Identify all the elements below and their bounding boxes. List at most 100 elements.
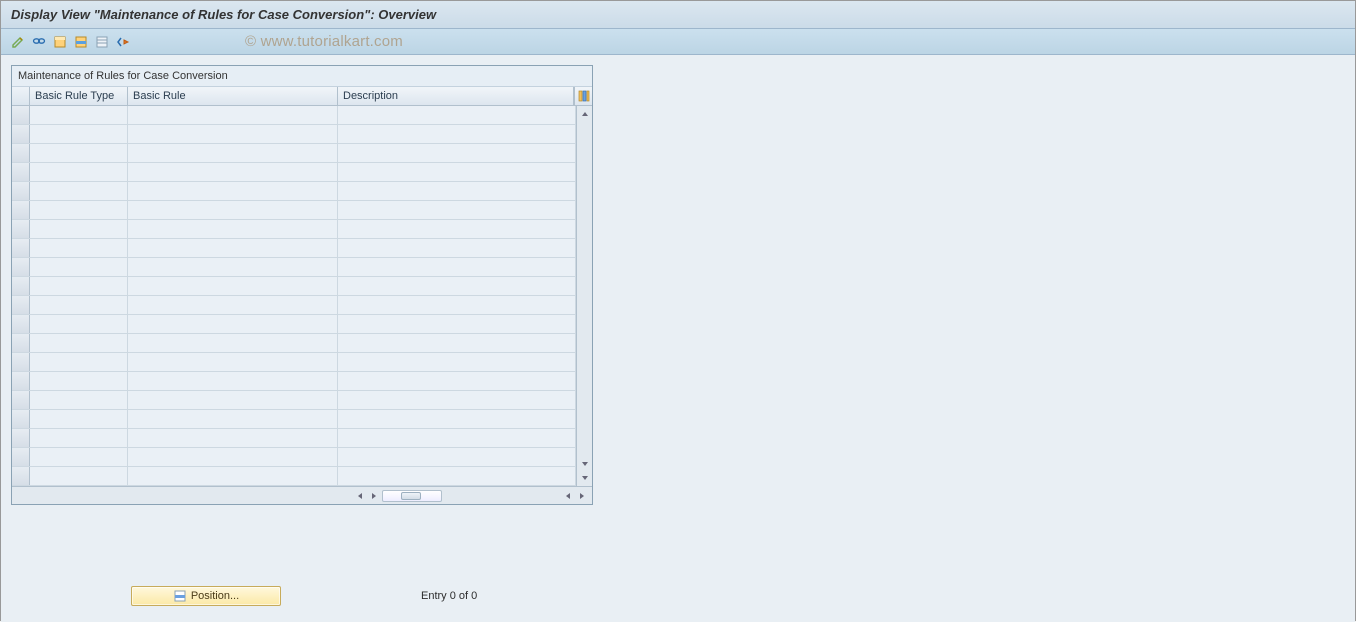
row-selector[interactable] [12, 429, 30, 447]
cell-description[interactable] [338, 467, 576, 485]
configure-columns-button[interactable] [574, 87, 592, 105]
row-selector[interactable] [12, 391, 30, 409]
cell-type[interactable] [30, 144, 128, 162]
cell-type[interactable] [30, 315, 128, 333]
cell-type[interactable] [30, 106, 128, 124]
table-row[interactable] [12, 125, 576, 144]
cell-type[interactable] [30, 258, 128, 276]
cell-rule[interactable] [128, 429, 338, 447]
cell-rule[interactable] [128, 239, 338, 257]
cell-rule[interactable] [128, 315, 338, 333]
cell-type[interactable] [30, 163, 128, 181]
row-selector[interactable] [12, 182, 30, 200]
cell-description[interactable] [338, 277, 576, 295]
cell-rule[interactable] [128, 201, 338, 219]
cell-description[interactable] [338, 372, 576, 390]
table-row[interactable] [12, 277, 576, 296]
row-selector[interactable] [12, 448, 30, 466]
cell-description[interactable] [338, 182, 576, 200]
cell-rule[interactable] [128, 258, 338, 276]
table-row[interactable] [12, 429, 576, 448]
table-row[interactable] [12, 296, 576, 315]
row-selector[interactable] [12, 144, 30, 162]
table-row[interactable] [12, 467, 576, 486]
table-row[interactable] [12, 163, 576, 182]
table-row[interactable] [12, 239, 576, 258]
cell-rule[interactable] [128, 391, 338, 409]
cell-description[interactable] [338, 315, 576, 333]
cell-rule[interactable] [128, 467, 338, 485]
cell-rule[interactable] [128, 277, 338, 295]
cell-rule[interactable] [128, 448, 338, 466]
cell-type[interactable] [30, 429, 128, 447]
cell-description[interactable] [338, 296, 576, 314]
table-row[interactable] [12, 410, 576, 429]
scroll-up-icon[interactable] [579, 108, 591, 120]
row-selector[interactable] [12, 220, 30, 238]
table-row[interactable] [12, 391, 576, 410]
row-selector[interactable] [12, 201, 30, 219]
table-row[interactable] [12, 220, 576, 239]
cell-description[interactable] [338, 258, 576, 276]
cell-description[interactable] [338, 106, 576, 124]
table-row[interactable] [12, 106, 576, 125]
cell-description[interactable] [338, 410, 576, 428]
scroll-right-icon[interactable] [576, 490, 588, 502]
cell-description[interactable] [338, 334, 576, 352]
cell-description[interactable] [338, 220, 576, 238]
row-selector[interactable] [12, 277, 30, 295]
row-selector-header[interactable] [12, 87, 30, 105]
position-button[interactable]: Position... [131, 586, 281, 606]
scroll-down-icon[interactable] [579, 472, 591, 484]
row-selector[interactable] [12, 163, 30, 181]
row-selector[interactable] [12, 239, 30, 257]
cell-rule[interactable] [128, 182, 338, 200]
cell-description[interactable] [338, 429, 576, 447]
table-row[interactable] [12, 448, 576, 467]
cell-rule[interactable] [128, 125, 338, 143]
cell-rule[interactable] [128, 410, 338, 428]
table-row[interactable] [12, 334, 576, 353]
cell-description[interactable] [338, 391, 576, 409]
select-block-button[interactable] [72, 33, 90, 51]
column-header-description[interactable]: Description [338, 87, 574, 105]
cell-type[interactable] [30, 410, 128, 428]
cell-type[interactable] [30, 277, 128, 295]
cell-description[interactable] [338, 163, 576, 181]
column-header-type[interactable]: Basic Rule Type [30, 87, 128, 105]
scroll-down-icon[interactable] [579, 458, 591, 470]
change-button[interactable] [9, 33, 27, 51]
row-selector[interactable] [12, 106, 30, 124]
cell-type[interactable] [30, 182, 128, 200]
horizontal-scrollbar[interactable] [12, 486, 592, 504]
table-row[interactable] [12, 315, 576, 334]
cell-rule[interactable] [128, 334, 338, 352]
deselect-all-button[interactable] [93, 33, 111, 51]
cell-type[interactable] [30, 201, 128, 219]
table-row[interactable] [12, 144, 576, 163]
row-selector[interactable] [12, 315, 30, 333]
row-selector[interactable] [12, 467, 30, 485]
cell-description[interactable] [338, 448, 576, 466]
cell-description[interactable] [338, 353, 576, 371]
cell-type[interactable] [30, 125, 128, 143]
cell-type[interactable] [30, 334, 128, 352]
details-button[interactable] [30, 33, 48, 51]
cell-type[interactable] [30, 220, 128, 238]
hscroll-track[interactable] [382, 490, 442, 502]
cell-type[interactable] [30, 353, 128, 371]
cell-description[interactable] [338, 125, 576, 143]
table-row[interactable] [12, 258, 576, 277]
row-selector[interactable] [12, 296, 30, 314]
row-selector[interactable] [12, 410, 30, 428]
table-row[interactable] [12, 353, 576, 372]
cell-type[interactable] [30, 372, 128, 390]
cell-type[interactable] [30, 391, 128, 409]
scroll-left-icon[interactable] [354, 490, 366, 502]
cell-rule[interactable] [128, 372, 338, 390]
cell-rule[interactable] [128, 106, 338, 124]
row-selector[interactable] [12, 125, 30, 143]
cell-description[interactable] [338, 144, 576, 162]
cell-description[interactable] [338, 239, 576, 257]
cell-rule[interactable] [128, 220, 338, 238]
